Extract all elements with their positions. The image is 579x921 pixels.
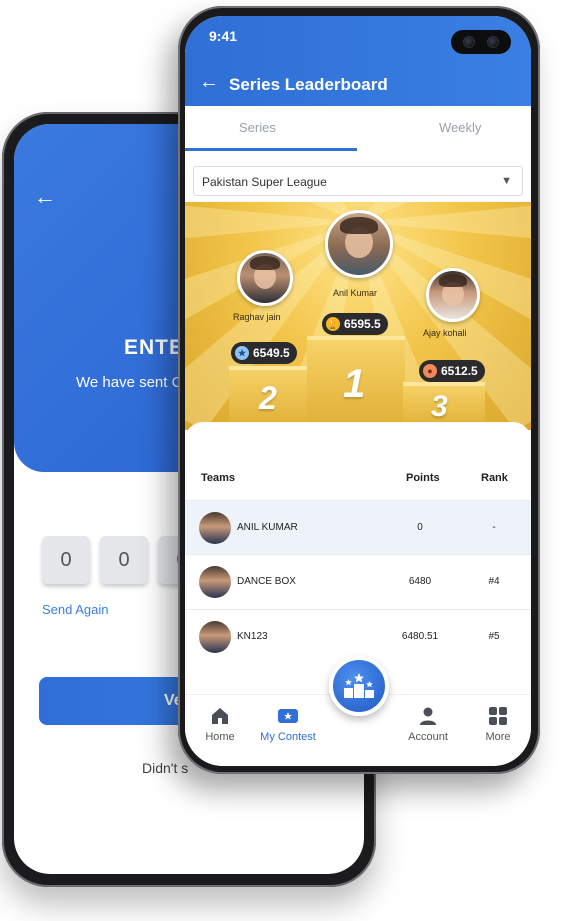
- team-name: ANIL KUMAR: [237, 522, 298, 533]
- avatar: [199, 512, 231, 544]
- table-row[interactable]: ANIL KUMAR 0 -: [185, 500, 531, 554]
- column-header-points: Points: [406, 472, 440, 484]
- avatar-first-place[interactable]: [325, 210, 393, 278]
- otp-digit-input[interactable]: 0: [42, 536, 90, 584]
- nav-account[interactable]: Account: [393, 705, 463, 743]
- avatar: [199, 621, 231, 653]
- second-place-score: 6549.5: [253, 346, 290, 360]
- active-tab-indicator: [185, 148, 357, 151]
- nav-more[interactable]: More: [463, 705, 531, 743]
- table-row[interactable]: KN123 6480.51 #5: [185, 609, 531, 663]
- column-header-rank: Rank: [481, 472, 508, 484]
- avatar-second-place[interactable]: [237, 250, 293, 306]
- team-name: DANCE BOX: [237, 576, 296, 587]
- avatar: [199, 566, 231, 598]
- send-again-link[interactable]: Send Again: [42, 602, 109, 617]
- podium-rank-third: 3: [431, 390, 448, 423]
- nav-home[interactable]: Home: [185, 705, 255, 743]
- table-row[interactable]: DANCE BOX 6480 #4: [185, 554, 531, 608]
- front-phone-frame: 9:41 ← Series Leaderboard Series Weekly …: [178, 6, 540, 774]
- team-rank: -: [492, 522, 496, 533]
- otp-subtitle: We have sent C: [76, 374, 183, 391]
- team-rank: #5: [488, 631, 500, 642]
- team-points: 6480.51: [401, 631, 439, 642]
- third-place-score: 6512.5: [441, 364, 478, 378]
- didnt-receive-text: Didn't s: [142, 760, 189, 776]
- avatar-third-place[interactable]: [426, 268, 480, 322]
- team-points: 6480: [408, 576, 432, 587]
- nav-account-label: Account: [408, 731, 448, 743]
- first-place-name: Anil Kumar: [333, 288, 378, 298]
- app-header: 9:41 ← Series Leaderboard: [185, 16, 531, 106]
- column-header-teams: Teams: [201, 472, 236, 484]
- second-place-score-badge: ★ 6549.5: [231, 342, 297, 364]
- league-dropdown[interactable]: Pakistan Super League ▼: [193, 166, 523, 196]
- status-time: 9:41: [209, 28, 238, 44]
- nav-more-label: More: [485, 731, 511, 743]
- team-name: KN123: [237, 631, 268, 642]
- camera-lens-icon: [463, 36, 475, 48]
- podium-rank-second: 2: [259, 380, 277, 416]
- otp-digit-input[interactable]: 0: [100, 536, 148, 584]
- third-place-name: Ajay kohali: [423, 328, 467, 338]
- podium-rank-first: 1: [343, 362, 366, 406]
- team-rank: #4: [488, 576, 500, 587]
- nav-my-contest[interactable]: My Contest: [253, 705, 323, 743]
- mockup-stage: ← ENTE We have sent C 0 0 0 Send Again V…: [0, 0, 579, 921]
- team-points: 0: [417, 522, 423, 533]
- trophy-icon: 🏆: [326, 317, 340, 331]
- otp-title: ENTE: [124, 336, 185, 359]
- third-place-score-badge: ● 6512.5: [419, 360, 485, 382]
- tab-series[interactable]: Series: [239, 120, 276, 135]
- nav-my-contest-label: My Contest: [260, 731, 316, 743]
- back-arrow-icon[interactable]: ←: [34, 184, 56, 210]
- first-place-score-badge: 🏆 6595.5: [322, 313, 388, 335]
- camera-lens-icon: [487, 36, 499, 48]
- second-place-name: Raghav jain: [233, 312, 281, 322]
- first-place-score: 6595.5: [344, 317, 381, 331]
- camera-cutout: [451, 30, 511, 54]
- grid-icon: [463, 705, 531, 727]
- leaderboard-fab-button[interactable]: [329, 656, 389, 716]
- chevron-down-icon: ▼: [501, 175, 512, 187]
- home-icon: [185, 705, 255, 727]
- bronze-medal-icon: ●: [423, 364, 437, 378]
- leaderboard-stars-icon: [344, 673, 374, 698]
- tab-bar: Series Weekly: [185, 106, 531, 152]
- podium-area: 1 2 3 Anil Kumar Raghav jain Ajay kohali…: [185, 202, 531, 430]
- silver-medal-icon: ★: [235, 346, 249, 360]
- tab-weekly[interactable]: Weekly: [439, 120, 481, 135]
- front-phone-screen: 9:41 ← Series Leaderboard Series Weekly …: [185, 16, 531, 766]
- arrow-left-icon[interactable]: ←: [199, 72, 219, 92]
- user-icon: [393, 705, 463, 727]
- page-title: Series Leaderboard: [229, 75, 388, 94]
- ticket-icon: [253, 705, 323, 727]
- nav-home-label: Home: [205, 731, 235, 743]
- league-selected-value: Pakistan Super League: [202, 175, 327, 189]
